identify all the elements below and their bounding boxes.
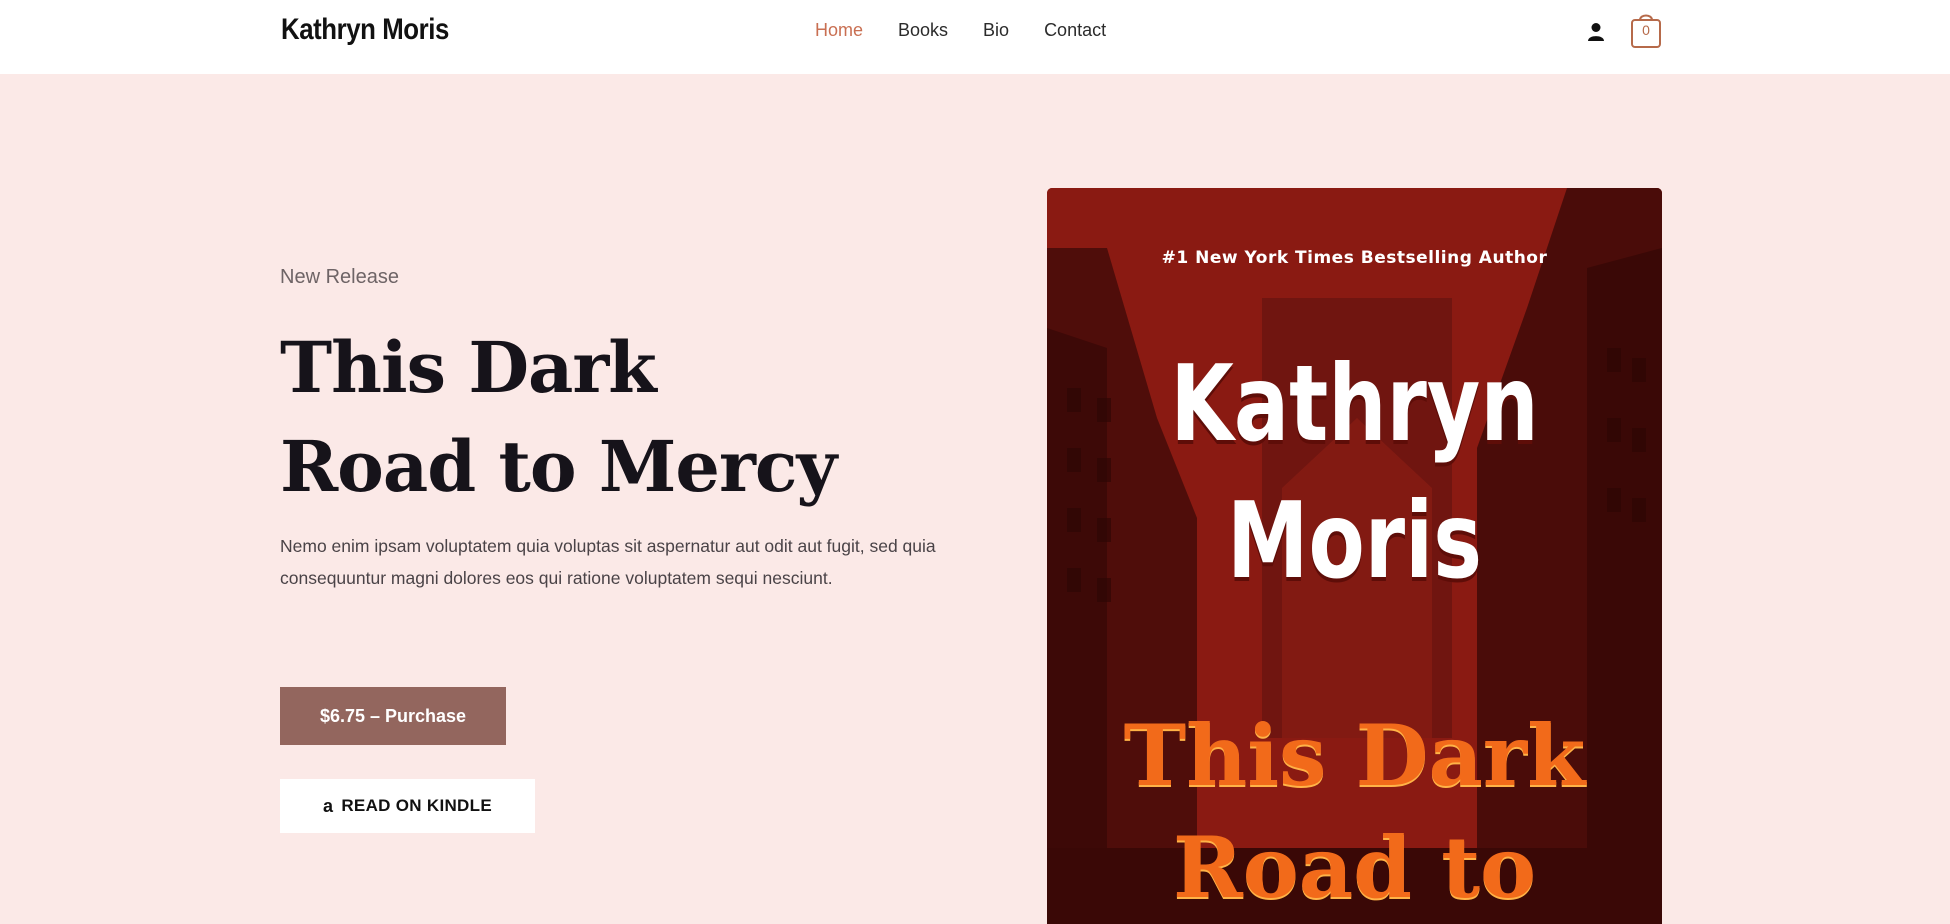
cover-author-line-2: Moris <box>1227 480 1482 602</box>
book-title: This Dark Road to Mercy <box>280 318 840 516</box>
read-on-kindle-button[interactable]: a READ ON KINDLE <box>280 779 535 833</box>
book-title-line-1: This Dark <box>280 326 657 409</box>
amazon-icon: a <box>323 795 334 816</box>
cover-title-line-1: This Dark <box>1123 706 1586 805</box>
cover-title-line-2: Road to <box>1172 818 1537 917</box>
cover-author-name: Kathryn Moris <box>1115 336 1595 610</box>
book-cover[interactable]: #1 New York Times Bestselling Author Kat… <box>1047 188 1662 924</box>
book-title-line-2: Road to Mercy <box>280 425 837 508</box>
nav-bio[interactable]: Bio <box>983 20 1009 41</box>
nav-contact[interactable]: Contact <box>1044 20 1106 41</box>
cart-count: 0 <box>1642 22 1650 38</box>
main-nav: Home Books Bio Contact <box>815 20 1141 41</box>
book-description: Nemo enim ipsam voluptatem quia voluptas… <box>280 536 936 588</box>
cover-book-title: This Dark Road to <box>1047 700 1662 924</box>
site-header: Kathryn Moris Home Books Bio Contact 0 <box>0 0 1950 74</box>
nav-home[interactable]: Home <box>815 20 863 41</box>
cover-tagline: #1 New York Times Bestselling Author <box>1161 248 1548 268</box>
cover-author-line-1: Kathryn <box>1170 343 1539 465</box>
site-logo[interactable]: Kathryn Moris <box>281 13 449 47</box>
nav-books[interactable]: Books <box>898 20 948 41</box>
user-icon[interactable] <box>1587 22 1605 42</box>
purchase-button[interactable]: $6.75 – Purchase <box>280 687 506 745</box>
release-eyebrow: New Release <box>280 266 399 288</box>
kindle-button-label: READ ON KINDLE <box>341 796 492 815</box>
